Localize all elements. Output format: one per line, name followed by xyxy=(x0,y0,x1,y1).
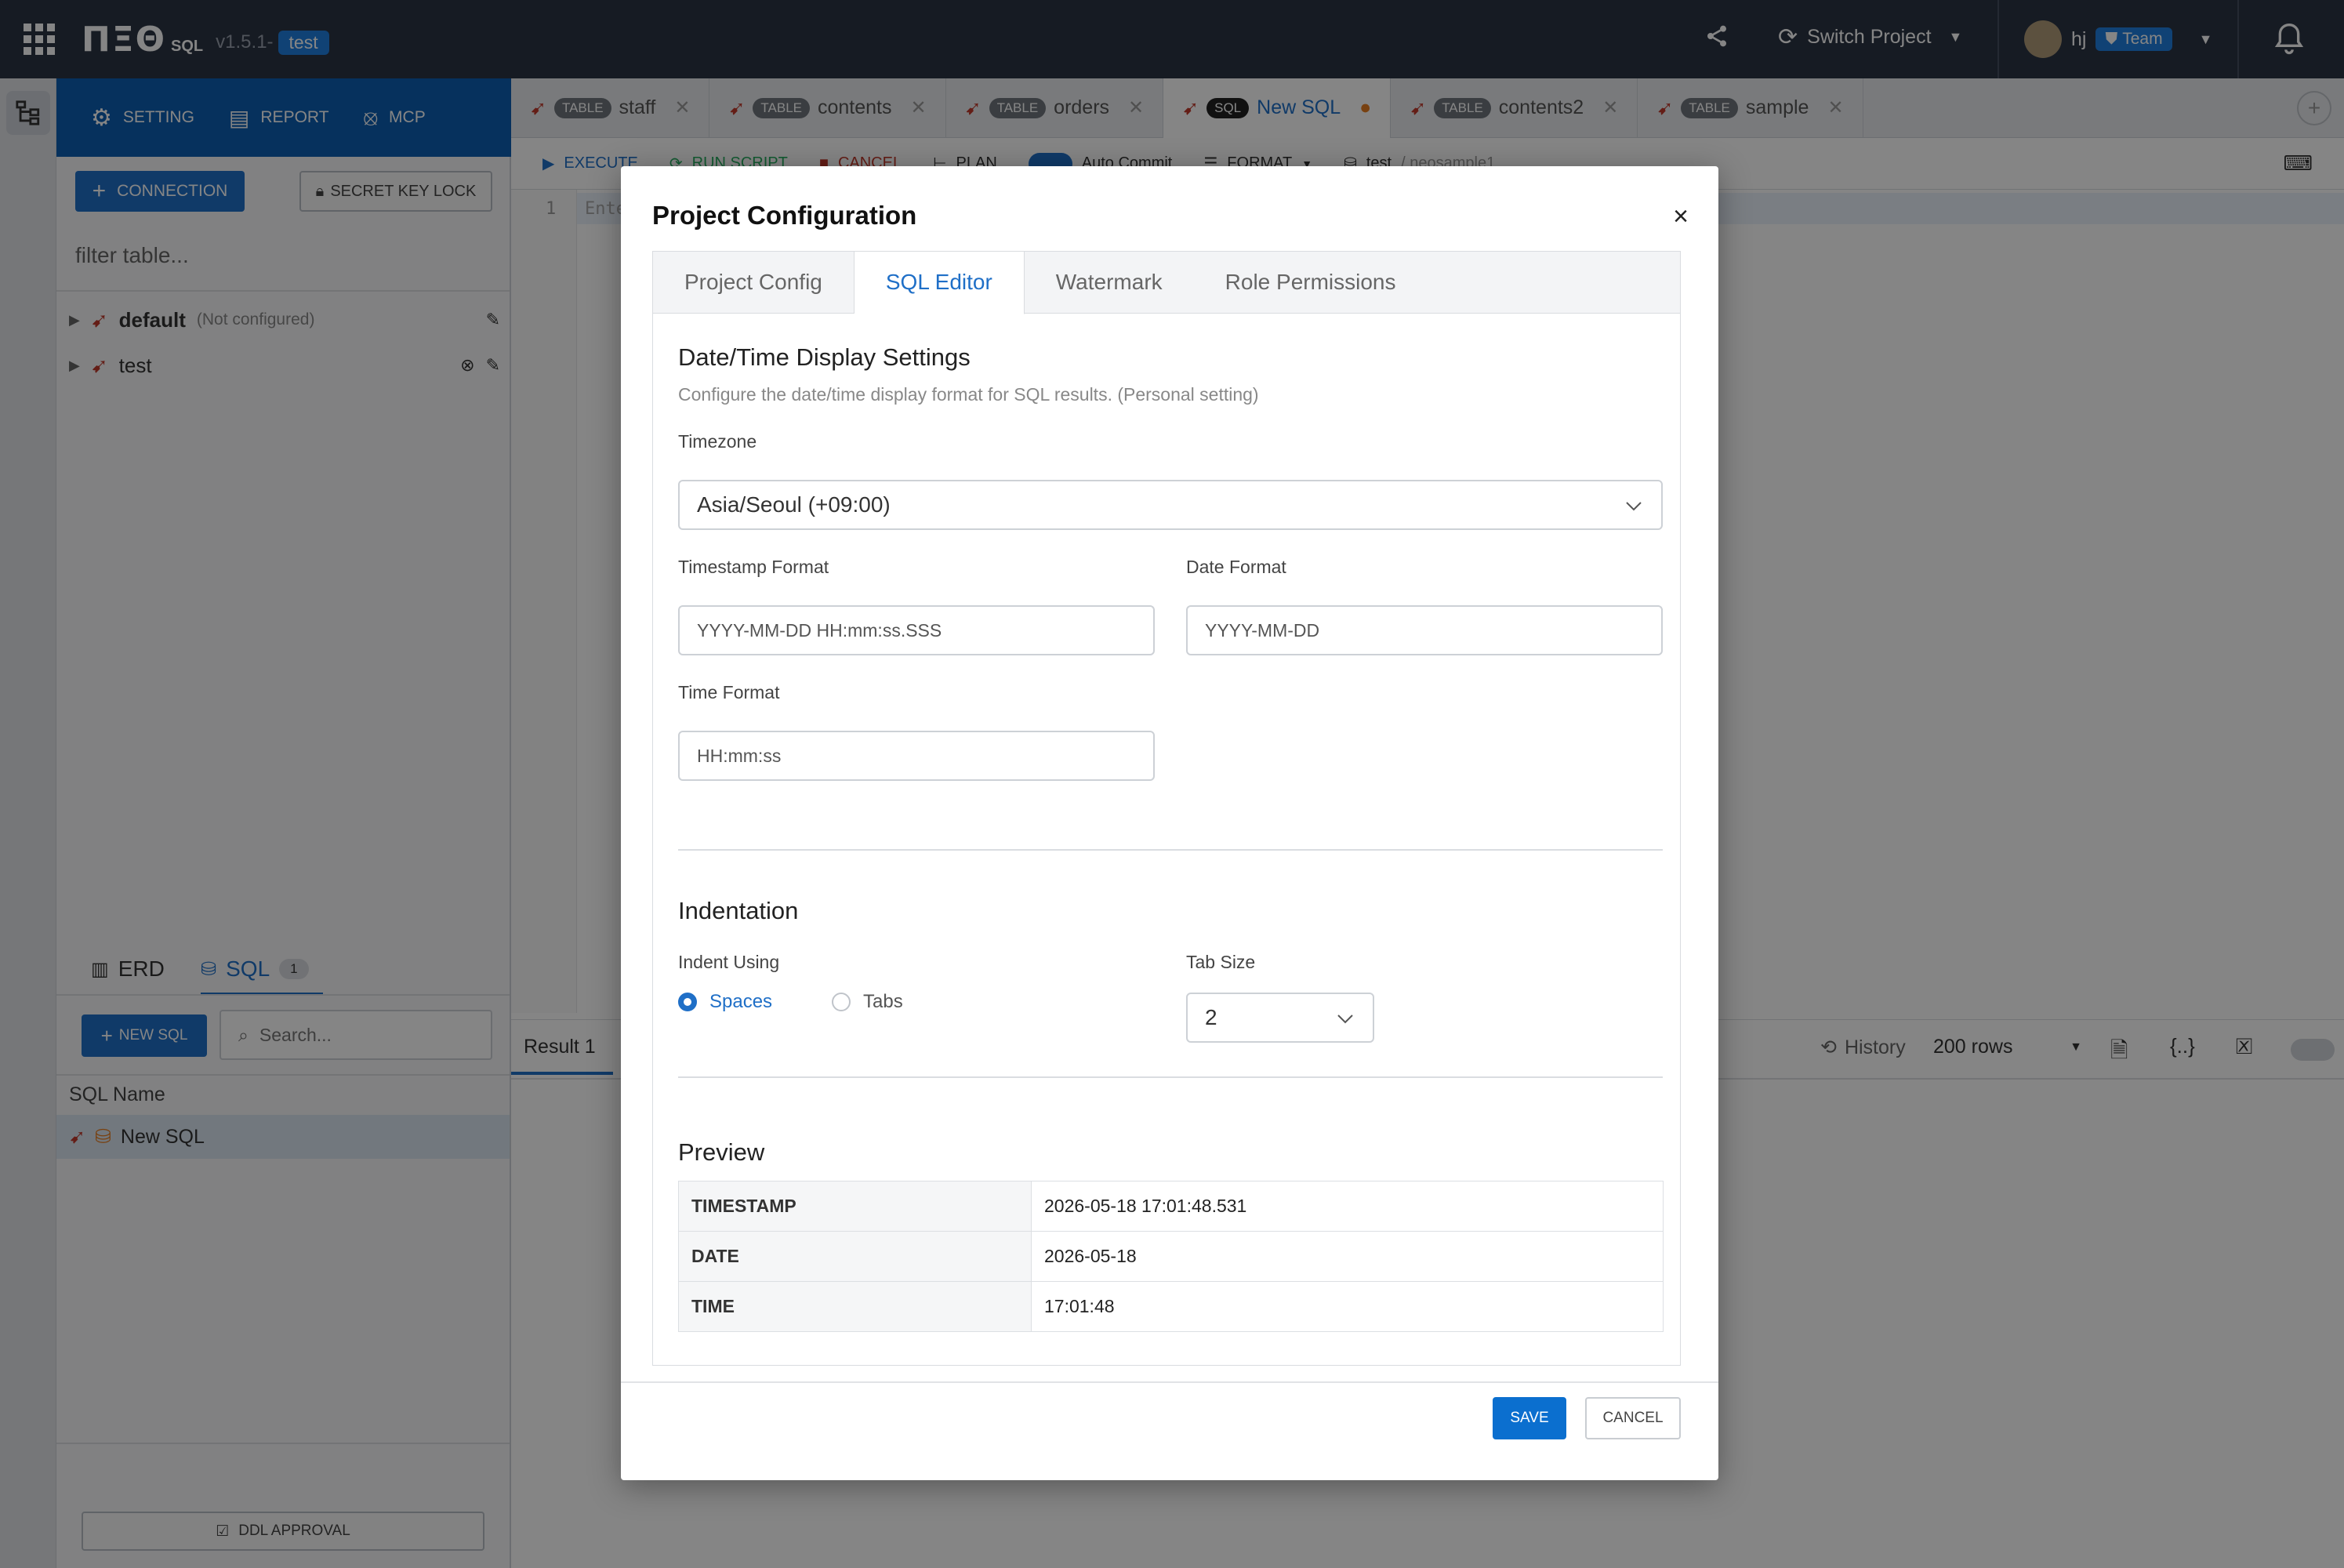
chevron-down-icon xyxy=(1625,492,1642,517)
tab-role-permissions[interactable]: Role Permissions xyxy=(1194,251,1428,314)
modal-tabs: Project Config SQL Editor Watermark Role… xyxy=(652,251,1681,314)
radio-tabs[interactable]: Tabs xyxy=(832,991,903,1013)
project-config-modal: Project Configuration × Project Config S… xyxy=(621,166,1718,1480)
tab-watermark[interactable]: Watermark xyxy=(1025,251,1194,314)
radio-checked-icon xyxy=(678,993,697,1011)
table-row: TIMESTAMP 2026-05-18 17:01:48.531 xyxy=(678,1181,1664,1232)
time-format-value: HH:mm:ss xyxy=(697,745,782,766)
date-format-label: Date Format xyxy=(1186,557,1286,577)
preview-key: DATE xyxy=(678,1231,1032,1282)
cancel-button[interactable]: CANCEL xyxy=(1585,1397,1681,1439)
preview-value: 17:01:48 xyxy=(1031,1281,1664,1332)
tab-size-value: 2 xyxy=(1205,1005,1217,1029)
tab-size-label: Tab Size xyxy=(1186,952,1256,972)
timezone-select[interactable]: Asia/Seoul (+09:00) xyxy=(678,480,1663,530)
time-format-input[interactable]: HH:mm:ss xyxy=(678,731,1155,781)
chevron-down-icon xyxy=(1337,1005,1354,1030)
section-divider xyxy=(678,849,1663,851)
timezone-label: Timezone xyxy=(678,431,757,452)
date-format-input[interactable]: YYYY-MM-DD xyxy=(1186,605,1663,655)
timezone-value: Asia/Seoul (+09:00) xyxy=(697,492,891,517)
section-hint: Configure the date/time display format f… xyxy=(678,384,1259,405)
radio-spaces[interactable]: Spaces xyxy=(678,991,772,1013)
section-heading: Indentation xyxy=(678,897,799,924)
preview-key: TIME xyxy=(678,1281,1032,1332)
timestamp-format-label: Timestamp Format xyxy=(678,557,829,577)
preview-value: 2026-05-18 xyxy=(1031,1231,1664,1282)
preview-value: 2026-05-18 17:01:48.531 xyxy=(1031,1181,1664,1232)
modal-title: Project Configuration xyxy=(652,201,917,230)
table-row: DATE 2026-05-18 xyxy=(678,1231,1664,1282)
modal-footer-divider xyxy=(621,1381,1718,1383)
tab-size-select[interactable]: 2 xyxy=(1186,993,1374,1043)
section-heading: Preview xyxy=(678,1138,765,1166)
close-icon[interactable]: × xyxy=(1665,201,1696,232)
preview-table: TIMESTAMP 2026-05-18 17:01:48.531 DATE 2… xyxy=(678,1181,1664,1332)
radio-unchecked-icon xyxy=(832,993,851,1011)
date-format-value: YYYY-MM-DD xyxy=(1205,619,1320,641)
section-divider xyxy=(678,1076,1663,1078)
time-format-label: Time Format xyxy=(678,682,780,702)
preview-key: TIMESTAMP xyxy=(678,1181,1032,1232)
timestamp-format-input[interactable]: YYYY-MM-DD HH:mm:ss.SSS xyxy=(678,605,1155,655)
modal-body: Date/Time Display Settings Configure the… xyxy=(652,314,1681,1366)
tab-sql-editor[interactable]: SQL Editor xyxy=(854,251,1025,314)
table-row: TIME 17:01:48 xyxy=(678,1281,1664,1332)
tab-project-config[interactable]: Project Config xyxy=(653,251,855,314)
section-heading: Date/Time Display Settings xyxy=(678,343,971,371)
radio-label: Tabs xyxy=(863,991,903,1012)
save-button[interactable]: SAVE xyxy=(1493,1397,1566,1439)
indent-using-label: Indent Using xyxy=(678,952,780,972)
timestamp-format-value: YYYY-MM-DD HH:mm:ss.SSS xyxy=(697,619,942,641)
radio-label: Spaces xyxy=(709,991,773,1012)
